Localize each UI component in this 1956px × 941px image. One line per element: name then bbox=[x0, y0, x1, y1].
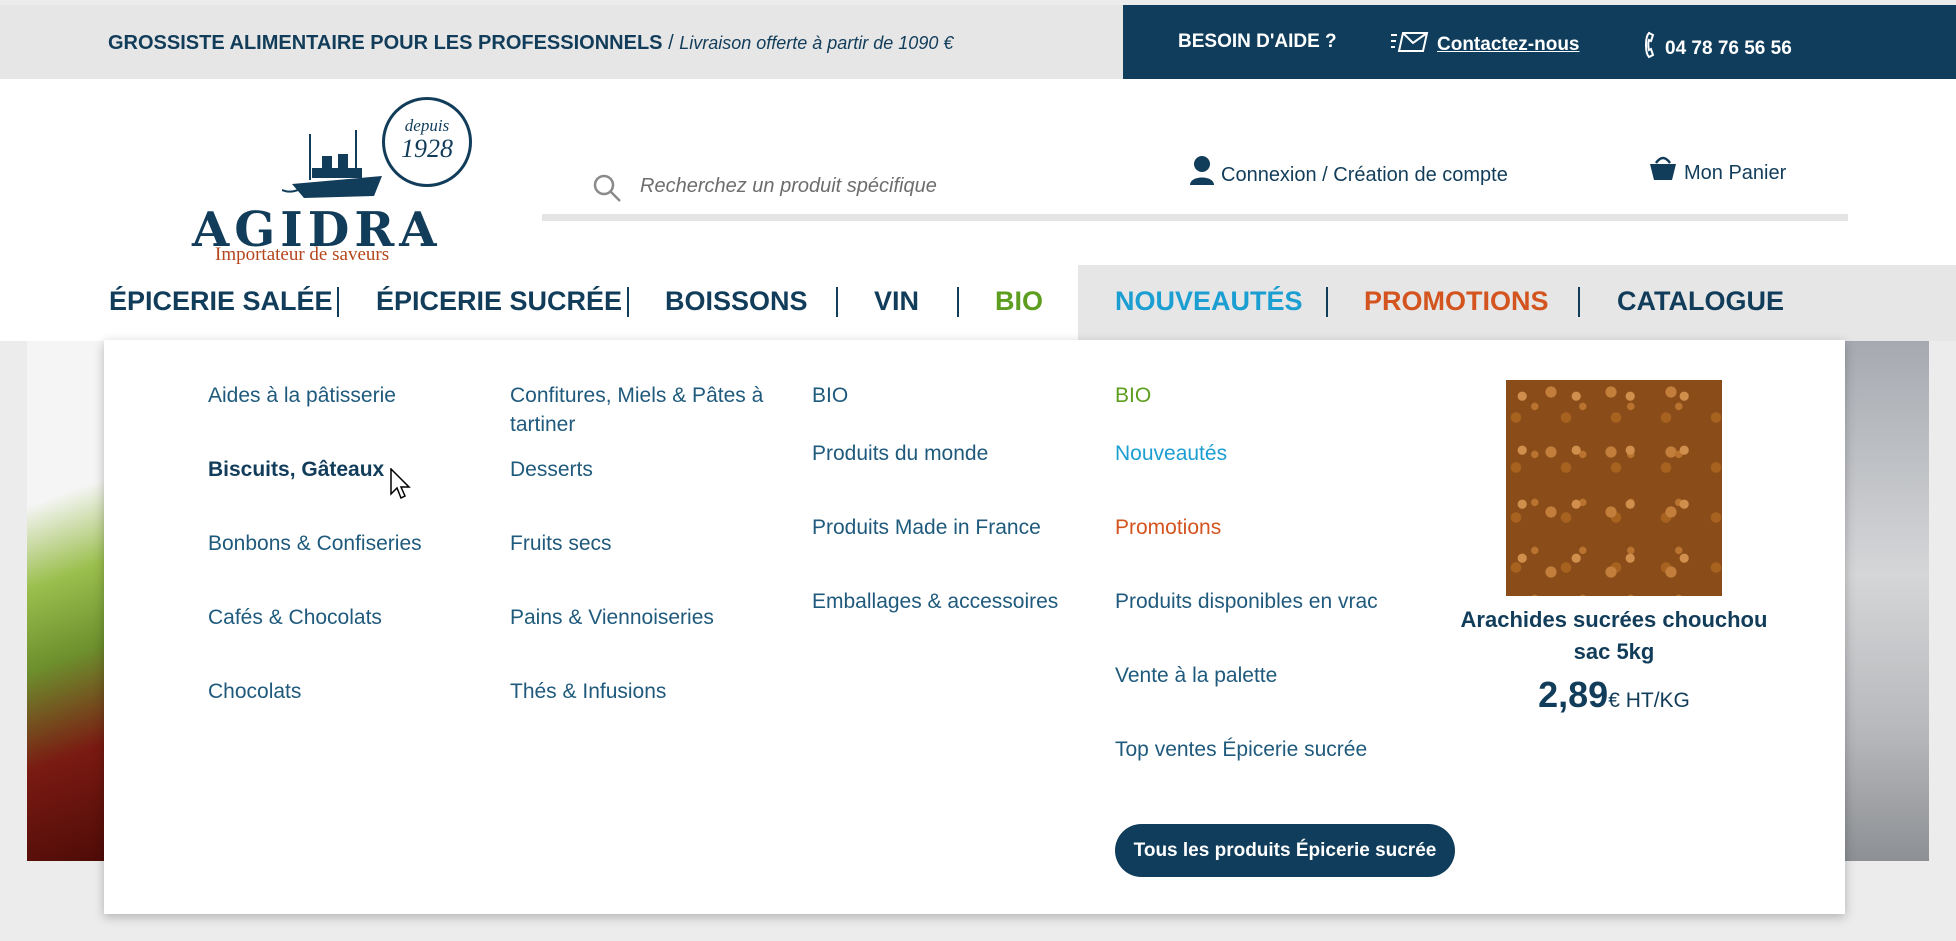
logo-subtitle: Importateur de saveurs bbox=[215, 244, 390, 265]
cart-label: Mon Panier bbox=[1684, 162, 1787, 184]
tagline: GROSSISTE ALIMENTAIRE POUR LES PROFESSIO… bbox=[108, 32, 953, 55]
top-bar: GROSSISTE ALIMENTAIRE POUR LES PROFESSIO… bbox=[0, 5, 1956, 79]
tagline-delivery: Livraison offerte à partir de 1090 € bbox=[679, 33, 954, 53]
product-image[interactable] bbox=[1506, 380, 1722, 596]
menu-link[interactable]: Bonbons & Confiseries bbox=[208, 529, 498, 558]
menu-column-1: Aides à la pâtisserie Biscuits, Gâteaux … bbox=[208, 381, 498, 751]
menu-link-hovered[interactable]: Biscuits, Gâteaux bbox=[208, 455, 498, 484]
nav-nouveautes[interactable]: NOUVEAUTÉS bbox=[1115, 286, 1303, 317]
all-products-button[interactable]: Tous les produits Épicerie sucrée bbox=[1115, 824, 1455, 877]
user-icon bbox=[1190, 156, 1214, 185]
cart-link[interactable]: Mon Panier bbox=[1648, 155, 1786, 185]
price-value: 2,89 bbox=[1538, 674, 1609, 715]
tagline-bold: GROSSISTE ALIMENTAIRE POUR LES PROFESSIO… bbox=[108, 32, 663, 54]
menu-link[interactable]: Aides à la pâtisserie bbox=[208, 381, 498, 410]
help-label: BESOIN D'AIDE ? bbox=[1178, 31, 1337, 52]
agidra-logo[interactable]: depuis 1928 AGIDRA Importateur de saveur… bbox=[192, 94, 482, 265]
since-1928-seal: depuis 1928 bbox=[382, 97, 472, 187]
price-unit: € HT/KG bbox=[1608, 689, 1690, 712]
nav-divider bbox=[957, 287, 959, 317]
search-input[interactable] bbox=[640, 169, 1080, 203]
menu-link-nouveautes[interactable]: Nouveautés bbox=[1115, 439, 1435, 468]
ship-icon bbox=[282, 130, 382, 198]
product-price: 2,89€ HT/KG bbox=[1454, 674, 1774, 716]
menu-link[interactable]: BIO bbox=[812, 381, 1102, 410]
nav-divider bbox=[1578, 287, 1580, 317]
menu-column-2: Confitures, Miels & Pâtes à tartiner Des… bbox=[510, 381, 800, 751]
account-link[interactable]: Connexion / Création de compte bbox=[1188, 155, 1508, 187]
menu-link[interactable]: Vente à la palette bbox=[1115, 661, 1435, 690]
nav-epicerie-sucree[interactable]: ÉPICERIE SUCRÉE bbox=[376, 286, 622, 317]
nav-catalogue[interactable]: CATALOGUE bbox=[1617, 286, 1784, 317]
menu-link[interactable]: Produits disponibles en vrac bbox=[1115, 587, 1435, 616]
nav-promotions[interactable]: PROMOTIONS bbox=[1364, 286, 1549, 317]
featured-product[interactable]: Arachides sucrées chouchou sac 5kg 2,89€… bbox=[1454, 380, 1774, 716]
nav-divider bbox=[627, 287, 629, 317]
mail-icon bbox=[1391, 32, 1429, 52]
nav-vin[interactable]: VIN bbox=[874, 286, 919, 317]
main-nav: ÉPICERIE SALÉE ÉPICERIE SUCRÉE BOISSONS … bbox=[0, 265, 1956, 341]
mouse-cursor-icon bbox=[390, 468, 411, 500]
contact-label: Contactez-nous bbox=[1437, 34, 1580, 55]
nav-bio[interactable]: BIO bbox=[995, 286, 1043, 317]
contact-link[interactable]: Contactez-nous bbox=[1391, 31, 1580, 56]
menu-link[interactable]: Chocolats bbox=[208, 677, 498, 706]
account-label: Connexion / Création de compte bbox=[1221, 164, 1508, 186]
menu-link[interactable]: Emballages & accessoires bbox=[812, 587, 1102, 616]
menu-link[interactable]: Fruits secs bbox=[510, 529, 800, 558]
phone-icon bbox=[1645, 31, 1655, 59]
menu-link-promotions[interactable]: Promotions bbox=[1115, 513, 1435, 542]
seal-year: 1928 bbox=[401, 134, 453, 163]
phone-number[interactable]: 04 78 76 56 56 bbox=[1643, 31, 1792, 60]
menu-link[interactable]: Produits du monde bbox=[812, 439, 1102, 468]
product-name[interactable]: Arachides sucrées chouchou sac 5kg bbox=[1454, 604, 1774, 668]
help-box: BESOIN D'AIDE ? Contactez-nous 04 78 76 … bbox=[1123, 5, 1956, 79]
seal-top-text: depuis bbox=[404, 116, 450, 135]
header: depuis 1928 AGIDRA Importateur de saveur… bbox=[0, 79, 1956, 265]
menu-link[interactable]: Cafés & Chocolats bbox=[208, 603, 498, 632]
nav-divider bbox=[1326, 287, 1328, 317]
nav-boissons[interactable]: BOISSONS bbox=[665, 286, 808, 317]
menu-link[interactable]: Desserts bbox=[510, 455, 800, 484]
menu-link-bio[interactable]: BIO bbox=[1115, 381, 1435, 410]
menu-column-3: BIO Produits du monde Produits Made in F… bbox=[812, 381, 1102, 661]
phone-label: 04 78 76 56 56 bbox=[1665, 38, 1792, 59]
menu-link[interactable]: Produits Made in France bbox=[812, 513, 1102, 542]
menu-link[interactable]: Pains & Viennoiseries bbox=[510, 603, 800, 632]
menu-link[interactable]: Thés & Infusions bbox=[510, 677, 800, 706]
nav-divider bbox=[836, 287, 838, 317]
menu-link[interactable]: Top ventes Épicerie sucrée bbox=[1115, 735, 1435, 764]
menu-column-4: BIO Nouveautés Promotions Produits dispo… bbox=[1115, 381, 1435, 809]
mega-menu-epicerie-sucree: Aides à la pâtisserie Biscuits, Gâteaux … bbox=[104, 340, 1845, 914]
search-icon[interactable] bbox=[592, 173, 622, 203]
nav-divider bbox=[337, 287, 339, 317]
menu-link[interactable]: Confitures, Miels & Pâtes à tartiner bbox=[510, 381, 800, 439]
tagline-separator: / bbox=[662, 32, 680, 54]
basket-icon bbox=[1650, 156, 1676, 180]
nav-epicerie-salee[interactable]: ÉPICERIE SALÉE bbox=[109, 286, 333, 317]
